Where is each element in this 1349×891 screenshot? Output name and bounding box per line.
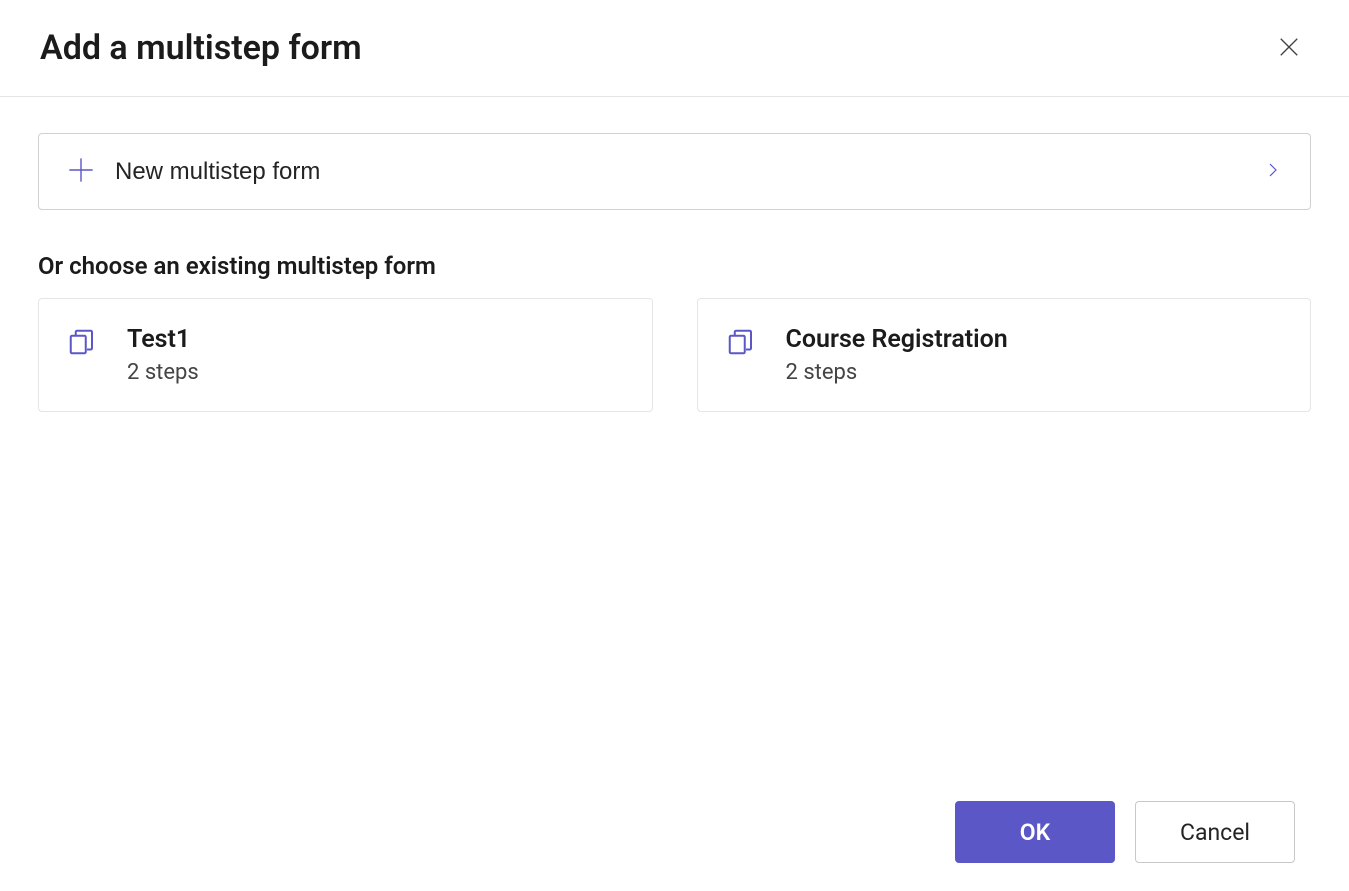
plus-icon bbox=[67, 156, 95, 187]
form-card-course-registration[interactable]: Course Registration 2 steps bbox=[697, 298, 1312, 412]
existing-form-section-label: Or choose an existing multistep form bbox=[38, 252, 1311, 280]
new-form-left: New multistep form bbox=[67, 156, 320, 187]
multistep-form-icon bbox=[726, 325, 756, 361]
form-card-test1[interactable]: Test1 2 steps bbox=[38, 298, 653, 412]
form-card-subtitle: 2 steps bbox=[127, 360, 199, 385]
form-card-text: Course Registration 2 steps bbox=[786, 325, 1008, 385]
form-card-text: Test1 2 steps bbox=[127, 325, 199, 385]
close-button[interactable] bbox=[1269, 28, 1309, 68]
form-card-title: Course Registration bbox=[786, 325, 1008, 354]
dialog-body: New multistep form Or choose an existing… bbox=[0, 97, 1349, 412]
existing-forms-grid: Test1 2 steps Course Registration 2 step… bbox=[38, 298, 1311, 412]
chevron-right-icon bbox=[1264, 161, 1282, 182]
ok-button[interactable]: OK bbox=[955, 801, 1115, 863]
close-icon bbox=[1278, 36, 1300, 61]
dialog-title: Add a multistep form bbox=[40, 28, 362, 68]
new-form-label: New multistep form bbox=[115, 158, 320, 186]
cancel-button[interactable]: Cancel bbox=[1135, 801, 1295, 863]
new-multistep-form-button[interactable]: New multistep form bbox=[38, 133, 1311, 210]
multistep-form-icon bbox=[67, 325, 97, 361]
form-card-subtitle: 2 steps bbox=[786, 360, 1008, 385]
form-card-title: Test1 bbox=[127, 325, 199, 354]
dialog-header: Add a multistep form bbox=[0, 0, 1349, 97]
dialog-footer: OK Cancel bbox=[955, 801, 1295, 863]
